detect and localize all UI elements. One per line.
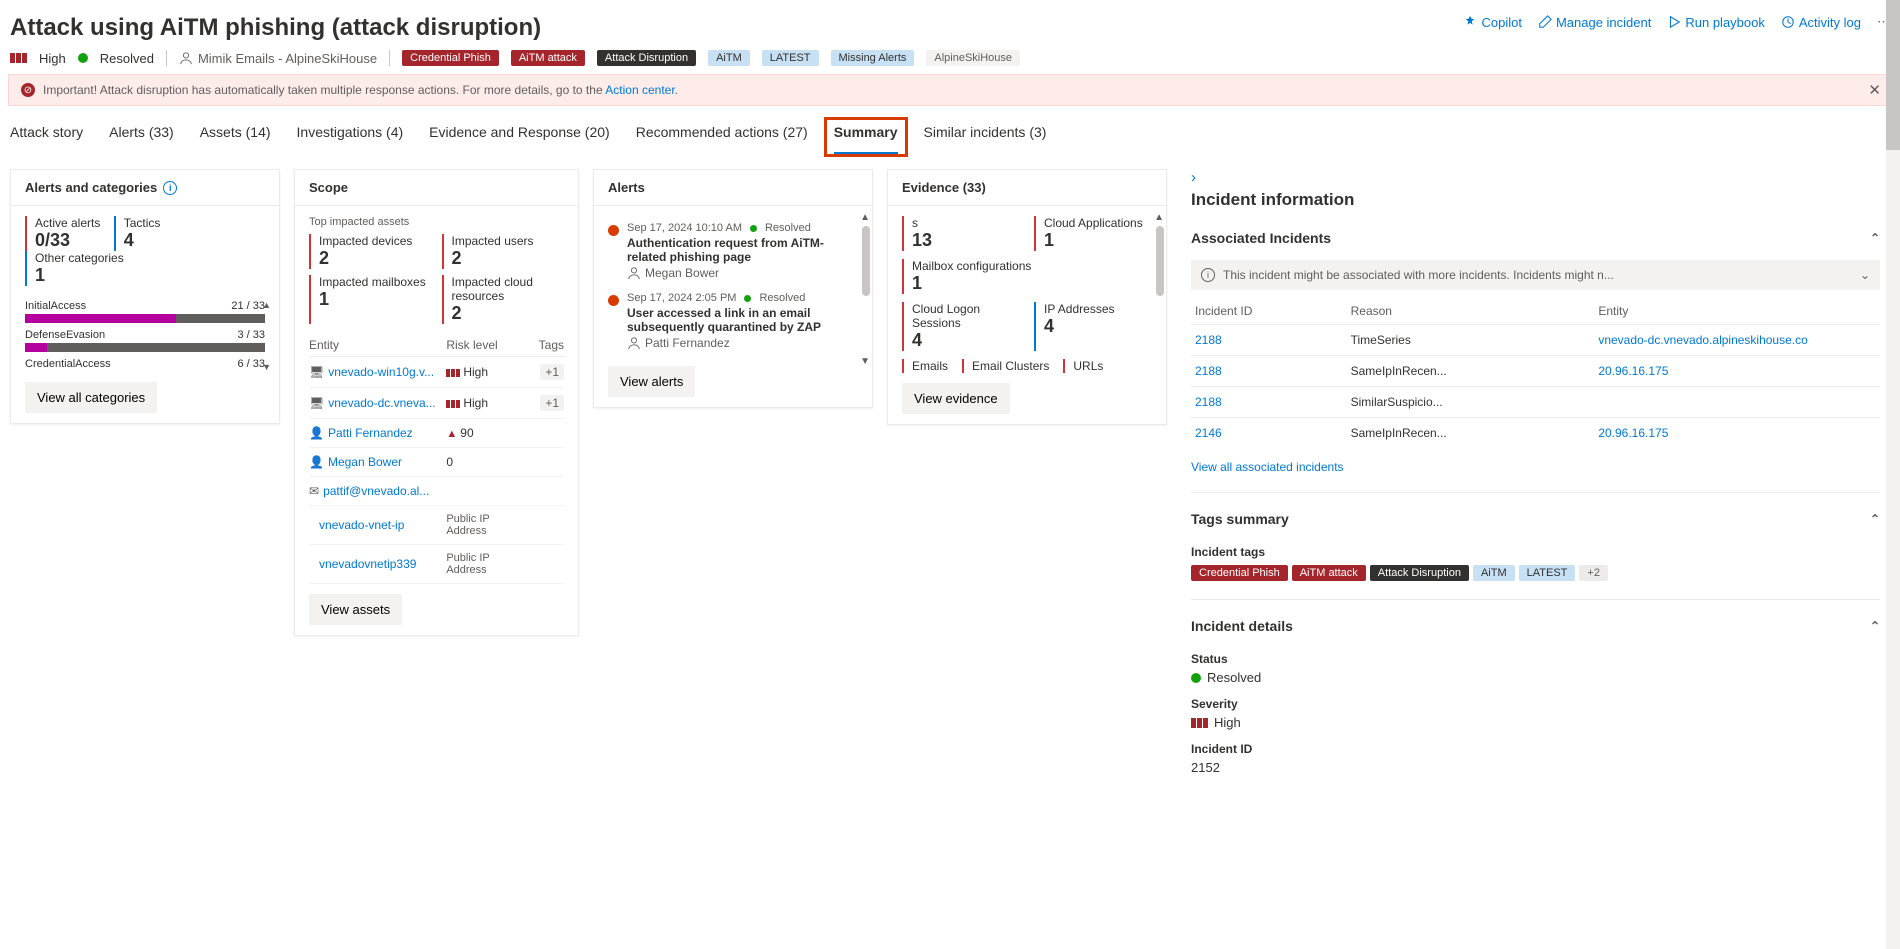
alert-item[interactable]: Sep 17, 2024 2:05 PMResolved User access… — [608, 286, 858, 356]
close-banner-button[interactable]: ✕ — [1868, 81, 1881, 99]
tag: AlpineSkiHouse — [926, 50, 1020, 66]
scroll-up-icon[interactable]: ▲ — [860, 212, 870, 223]
associated-table: Incident IDReasonEntity 2188TimeSeriesvn… — [1191, 298, 1880, 448]
tag: LATEST — [762, 50, 819, 66]
status-dot-icon — [78, 53, 88, 63]
info-icon: i — [1201, 268, 1215, 282]
card-title: Alerts and categories — [25, 180, 157, 195]
alert-item[interactable]: Sep 17, 2024 10:10 AMResolved Authentica… — [608, 216, 858, 286]
info-strip[interactable]: i This incident might be associated with… — [1191, 260, 1880, 290]
tag: Attack Disruption — [1370, 565, 1469, 581]
tab-assets[interactable]: Assets (14) — [200, 124, 271, 155]
disruption-banner: ⊘ Important! Attack disruption has autom… — [8, 74, 1892, 106]
card-title: Scope — [295, 170, 578, 206]
chevron-up-icon: ⌃ — [1870, 512, 1880, 526]
status-label: Resolved — [100, 51, 154, 66]
tag: AiTM — [1473, 565, 1515, 581]
owner-label: Mimik Emails - AlpineSkiHouse — [179, 51, 377, 66]
tab-recommended[interactable]: Recommended actions (27) — [636, 124, 808, 155]
category-bar — [25, 343, 265, 352]
tab-investigations[interactable]: Investigations (4) — [297, 124, 404, 155]
severity-label: High — [39, 51, 66, 66]
scroll-up-icon[interactable]: ▲ — [262, 300, 271, 310]
table-row[interactable]: 2188SameIpInRecen...20.96.16.175 — [1191, 356, 1880, 387]
info-icon[interactable]: i — [163, 181, 177, 195]
view-evidence-button[interactable]: View evidence — [902, 383, 1010, 414]
severity-icon — [1191, 718, 1208, 728]
view-alerts-button[interactable]: View alerts — [608, 366, 695, 397]
entity-row[interactable]: 🖥vnevado-dc.vneva...High+1 — [309, 388, 564, 419]
tag: Credential Phish — [402, 50, 499, 66]
tab-similar[interactable]: Similar incidents (3) — [924, 124, 1047, 155]
device-icon: 🖥 — [309, 396, 324, 410]
associated-incidents-accordion[interactable]: Associated Incidents⌃ — [1191, 224, 1880, 252]
alert-bullet-icon — [608, 225, 619, 236]
tag: LATEST — [1519, 565, 1576, 581]
table-row[interactable]: 2146SameIpInRecen...20.96.16.175 — [1191, 418, 1880, 449]
scroll-up-icon[interactable]: ▲ — [1154, 212, 1164, 223]
scrollbar[interactable] — [862, 226, 870, 296]
card-title: Alerts — [594, 170, 872, 206]
tag: AiTM — [708, 50, 750, 66]
tag: Credential Phish — [1191, 565, 1288, 581]
collapse-panel-button[interactable]: › — [1191, 169, 1880, 186]
copilot-button[interactable]: Copilot — [1463, 15, 1521, 30]
tab-evidence[interactable]: Evidence and Response (20) — [429, 124, 610, 155]
activity-log-button[interactable]: Activity log — [1781, 15, 1861, 30]
tag: Attack Disruption — [597, 50, 696, 66]
category-bar — [25, 314, 265, 323]
entity-row[interactable]: ✉pattif@vnevado.al... — [309, 477, 564, 506]
scrollbar[interactable] — [1156, 226, 1164, 296]
alert-bullet-icon — [608, 295, 619, 306]
entity-row[interactable]: vnevado-vnet-ipPublic IP Address — [309, 506, 564, 545]
manage-incident-button[interactable]: Manage incident — [1538, 15, 1651, 30]
tag: AiTM attack — [1292, 565, 1366, 581]
tab-alerts[interactable]: Alerts (33) — [109, 124, 174, 155]
device-icon: 🖥 — [309, 365, 324, 379]
card-title: Evidence (33) — [888, 170, 1166, 206]
entity-row[interactable]: vnevadovnetip339Public IP Address — [309, 545, 564, 584]
table-row[interactable]: 2188TimeSeriesvnevado-dc.vnevado.alpines… — [1191, 325, 1880, 356]
incident-details-accordion[interactable]: Incident details⌃ — [1191, 612, 1880, 640]
tabs: Attack story Alerts (33) Assets (14) Inv… — [0, 106, 1900, 155]
chevron-up-icon: ⌃ — [1870, 619, 1880, 633]
entity-row[interactable]: 🖥vnevado-win10g.v...High+1 — [309, 357, 564, 388]
more-tags-button[interactable]: +2 — [1579, 565, 1608, 581]
table-row[interactable]: 2188SimilarSuspicio... — [1191, 387, 1880, 418]
status-dot-icon — [1191, 673, 1201, 683]
tab-highlight-box — [824, 117, 908, 157]
entity-row[interactable]: 👤Megan Bower0 — [309, 448, 564, 477]
page-scrollbar[interactable] — [1886, 0, 1900, 949]
scroll-down-icon[interactable]: ▼ — [262, 362, 271, 372]
severity-icon — [10, 53, 27, 63]
run-playbook-button[interactable]: Run playbook — [1667, 15, 1765, 30]
page-title: Attack using AiTM phishing (attack disru… — [10, 14, 541, 42]
view-assets-button[interactable]: View assets — [309, 594, 402, 625]
tag: Missing Alerts — [831, 50, 915, 66]
user-icon: 👤 — [309, 455, 324, 469]
user-icon: 👤 — [309, 426, 324, 440]
mail-icon: ✉ — [309, 484, 319, 498]
view-all-associated-link[interactable]: View all associated incidents — [1191, 460, 1344, 474]
side-title: Incident information — [1191, 190, 1880, 210]
entity-row[interactable]: 👤Patti Fernandez▲ 90 — [309, 419, 564, 448]
tags-summary-accordion[interactable]: Tags summary⌃ — [1191, 505, 1880, 533]
scroll-down-icon[interactable]: ▼ — [860, 356, 870, 367]
tag: AiTM attack — [511, 50, 585, 66]
chevron-up-icon: ⌃ — [1870, 231, 1880, 245]
chevron-down-icon: ⌄ — [1860, 268, 1870, 282]
action-center-link[interactable]: Action center — [605, 83, 674, 97]
tab-attack-story[interactable]: Attack story — [10, 124, 83, 155]
stop-icon: ⊘ — [21, 83, 35, 97]
view-categories-button[interactable]: View all categories — [25, 382, 157, 413]
